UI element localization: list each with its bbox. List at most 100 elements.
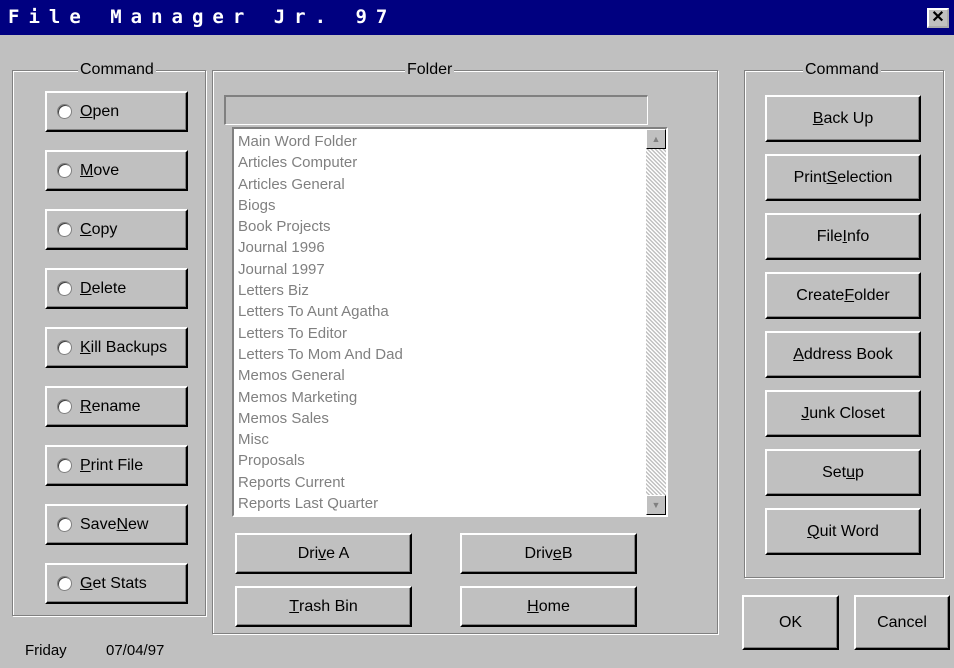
left-command-legend: Command: [78, 61, 156, 79]
scroll-up-arrow-icon[interactable]: ▲: [646, 129, 666, 149]
open-label-u: O: [80, 102, 93, 120]
folder-list-item[interactable]: Letters Biz: [238, 280, 403, 301]
status-day: Friday: [25, 642, 67, 659]
address-book-label-u: A: [793, 345, 804, 363]
quit-word-button[interactable]: Quit Word: [765, 508, 921, 555]
print-selection-label-u: S: [826, 168, 838, 186]
title-bar[interactable]: File Manager Jr. 97 ✕: [0, 0, 954, 35]
kill-backups-label-u: K: [80, 338, 91, 356]
folder-list-item[interactable]: Articles Computer: [238, 152, 403, 173]
file-info-button[interactable]: File Info: [765, 213, 921, 260]
folder-scrollbar[interactable]: ▲ ▼: [646, 129, 666, 515]
get-stats-label-u: G: [80, 574, 93, 592]
print-file-label-post: rint File: [90, 456, 144, 474]
save-new-option-button[interactable]: Save New: [45, 504, 188, 545]
right-command-legend: Command: [803, 61, 881, 79]
radio-circle-icon[interactable]: [57, 281, 72, 296]
folder-list-item[interactable]: Letters To Editor: [238, 323, 403, 344]
rename-option-button[interactable]: Rename: [45, 386, 188, 427]
close-button[interactable]: ✕: [927, 8, 949, 28]
folder-list-item[interactable]: Biogs: [238, 195, 403, 216]
drive-a-hotkey: v: [318, 544, 327, 562]
quit-word-label-u: Q: [807, 522, 820, 540]
cancel-button[interactable]: Cancel: [854, 595, 950, 650]
move-option-button[interactable]: Move: [45, 150, 188, 191]
drive-b-button[interactable]: Driv e B: [460, 533, 637, 574]
radio-circle-icon[interactable]: [57, 340, 72, 355]
drive-a-button[interactable]: Dri v e A: [235, 533, 412, 574]
folder-list: Main Word Folder Articles Computer Article…: [238, 131, 403, 514]
folder-list-item[interactable]: Articles General: [238, 174, 403, 195]
folder-list-item[interactable]: Journal 1997: [238, 259, 403, 280]
print-selection-button[interactable]: Print Selection: [765, 154, 921, 201]
get-stats-option-button[interactable]: Get Stats: [45, 563, 188, 604]
copy-option-button[interactable]: Copy: [45, 209, 188, 250]
address-book-label-post: ddress Book: [803, 345, 893, 363]
print-selection-label-post: election: [837, 168, 893, 186]
drive-b-hotkey: e: [552, 544, 562, 562]
folder-list-item[interactable]: Reports Last Quarter: [238, 493, 403, 514]
delete-label-post: elete: [91, 279, 127, 297]
address-book-button[interactable]: Address Book: [765, 331, 921, 378]
folder-path-field[interactable]: [224, 95, 648, 125]
setup-button[interactable]: Set u p: [765, 449, 921, 496]
radio-circle-icon[interactable]: [57, 163, 72, 178]
setup-label-u: u: [846, 463, 855, 481]
folder-list-item[interactable]: Memos General: [238, 365, 403, 386]
folder-list-item[interactable]: Reports Current: [238, 472, 403, 493]
setup-label-pre: Set: [822, 463, 847, 481]
window-title: File Manager Jr. 97: [8, 6, 397, 28]
folder-list-item[interactable]: Memos Sales: [238, 408, 403, 429]
radio-circle-icon[interactable]: [57, 104, 72, 119]
move-label-post: ove: [93, 161, 120, 179]
open-label-post: pen: [92, 102, 120, 120]
folder-list-item[interactable]: Memos Marketing: [238, 387, 403, 408]
delete-option-button[interactable]: Delete: [45, 268, 188, 309]
radio-circle-icon[interactable]: [57, 458, 72, 473]
folder-list-item[interactable]: Misc: [238, 429, 403, 450]
folder-listbox[interactable]: Main Word Folder Articles Computer Article…: [232, 127, 668, 517]
file-info-label-pre: File: [816, 227, 843, 245]
junk-closet-label-post: unk Closet: [809, 404, 885, 422]
folder-list-item[interactable]: Proposals: [238, 450, 403, 471]
folder-list-item[interactable]: Book Projects: [238, 216, 403, 237]
drive-a-label-post: e A: [326, 544, 350, 562]
move-label-u: M: [80, 161, 94, 179]
folder-list-item[interactable]: Letters To Aunt Agatha: [238, 301, 403, 322]
save-new-label-u: N: [116, 515, 129, 533]
junk-closet-button[interactable]: Junk Closet: [765, 390, 921, 437]
scroll-down-arrow-icon[interactable]: ▼: [646, 495, 666, 515]
create-folder-button[interactable]: Create Folder: [765, 272, 921, 319]
setup-label-post: p: [855, 463, 864, 481]
ok-button[interactable]: OK: [742, 595, 839, 650]
back-up-label-u: B: [812, 109, 824, 127]
status-date: 07/04/97: [106, 642, 165, 659]
radio-circle-icon[interactable]: [57, 399, 72, 414]
drive-b-label-pre: Driv: [524, 544, 553, 562]
radio-circle-icon[interactable]: [57, 517, 72, 532]
folder-list-item[interactable]: Letters To Mom And Dad: [238, 344, 403, 365]
folder-list-item[interactable]: Main Word Folder: [238, 131, 403, 152]
print-selection-label-pre: Print: [793, 168, 827, 186]
file-manager-window: File Manager Jr. 97 ✕ Command Folder Com…: [0, 0, 954, 668]
home-button[interactable]: Home: [460, 586, 637, 627]
save-new-label-pre: Save: [80, 515, 117, 533]
print-file-option-button[interactable]: Print File: [45, 445, 188, 486]
quit-word-label-post: uit Word: [819, 522, 879, 540]
file-info-label-post: nfo: [846, 227, 870, 245]
open-option-button[interactable]: Open: [45, 91, 188, 132]
get-stats-label-post: et Stats: [92, 574, 147, 592]
kill-backups-option-button[interactable]: Kill Backups: [45, 327, 188, 368]
copy-label-post: opy: [91, 220, 118, 238]
delete-label-u: D: [80, 279, 92, 297]
back-up-button[interactable]: Back Up: [765, 95, 921, 142]
radio-circle-icon[interactable]: [57, 576, 72, 591]
radio-circle-icon[interactable]: [57, 222, 72, 237]
folder-list-item[interactable]: Journal 1996: [238, 237, 403, 258]
rename-label-u: R: [80, 397, 92, 415]
drive-a-label-pre: Dri: [297, 544, 319, 562]
right-command-group: [744, 70, 944, 578]
drive-b-label-post: B: [561, 544, 573, 562]
trash-bin-button[interactable]: Trash Bin: [235, 586, 412, 627]
folder-legend: Folder: [405, 61, 455, 79]
